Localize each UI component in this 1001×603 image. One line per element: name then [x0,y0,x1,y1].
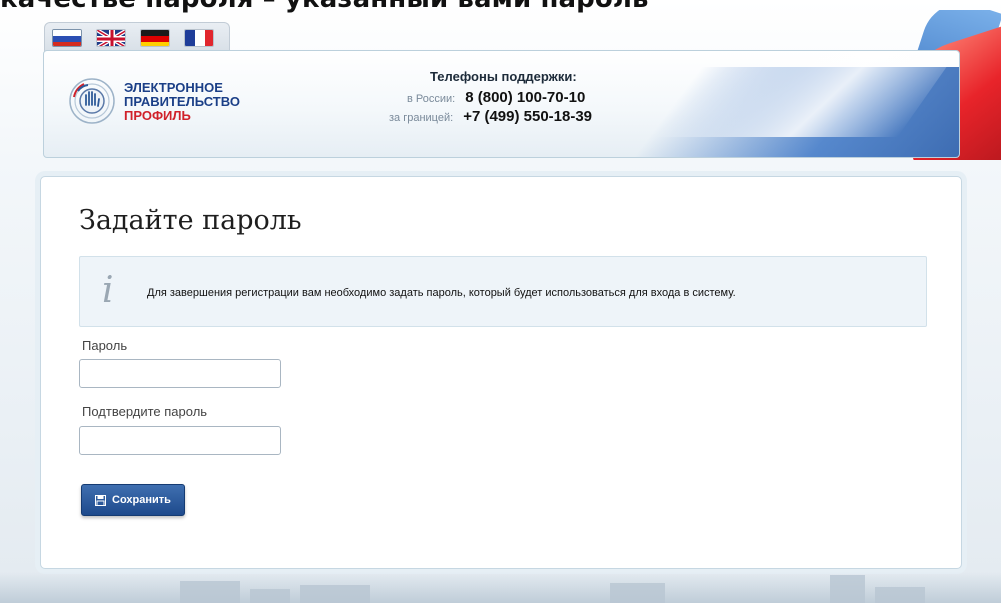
logo-line-2: ПРАВИТЕЛЬСТВО [124,94,240,109]
support-russia-phone: 8 (800) 100-70-10 [465,89,586,106]
confirm-password-input[interactable] [79,426,281,455]
support-row-abroad: за границей: +7 (499) 550-18-39 [389,108,592,126]
password-input[interactable] [79,359,281,388]
info-notice: i Для завершения регистрации вам необход… [79,256,927,327]
top-caption: качестве пароля – указанный вами пароль [0,0,649,14]
password-form-panel: Задайте пароль i Для завершения регистра… [40,176,962,569]
gosuslugi-emblem-icon[interactable] [68,77,116,125]
flag-de-icon[interactable] [140,29,170,47]
flag-uk-icon[interactable] [96,29,126,47]
confirm-password-label: Подтвердите пароль [82,404,208,419]
footer-city-silhouette [0,572,1001,603]
flag-fr-icon[interactable] [184,29,214,47]
save-button-label: Сохранить [112,494,171,506]
logo-line-1: ЭЛЕКТРОННОЕ [124,80,223,95]
floppy-disk-icon [95,494,107,506]
password-label: Пароль [82,338,128,353]
flag-ru-icon[interactable] [52,29,82,47]
info-i-icon: i [102,270,114,311]
info-notice-text: Для завершения регистрации вам необходим… [147,287,736,299]
logo-line-3: ПРОФИЛЬ [124,108,191,123]
save-button[interactable]: Сохранить [81,484,185,516]
page-title: Задайте пароль [79,205,302,236]
support-abroad-label: за границей: [389,112,454,124]
support-title: Телефоны поддержки: [430,69,577,84]
site-header: ЭЛЕКТРОННОЕ ПРАВИТЕЛЬСТВО ПРОФИЛЬ Телефо… [43,50,960,158]
site-logo-text[interactable]: ЭЛЕКТРОННОЕ ПРАВИТЕЛЬСТВО ПРОФИЛЬ [124,81,240,123]
support-russia-label: в России: [407,93,456,105]
support-row-russia: в России: 8 (800) 100-70-10 [407,89,585,107]
support-abroad-phone: +7 (499) 550-18-39 [463,108,593,125]
